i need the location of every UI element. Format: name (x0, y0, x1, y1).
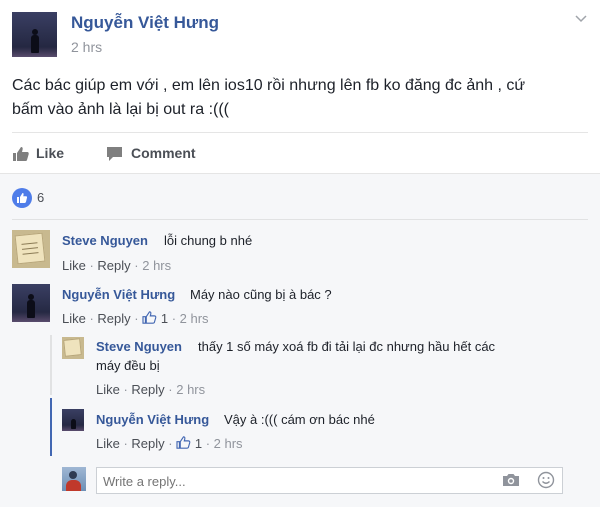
camera-icon[interactable] (502, 472, 520, 493)
current-user-avatar[interactable] (62, 467, 86, 491)
like-count: 1 (160, 311, 169, 326)
comment-text: Máy nào cũng bị à bác ? (190, 287, 332, 302)
reply-actions: Like · Reply · 2 hrs (96, 382, 206, 397)
reply-like-link[interactable]: Like (96, 436, 120, 451)
thumbs-up-icon (176, 436, 191, 451)
comment-actions: Like · Reply · 2 hrs (62, 258, 172, 273)
comment-label: Comment (131, 145, 196, 161)
comment-text: lỗi chung b nhé (164, 233, 253, 248)
like-count: 1 (194, 436, 203, 451)
comment-timestamp[interactable]: 2 hrs (142, 258, 171, 273)
post-timestamp[interactable]: 2 hrs (71, 39, 102, 55)
reply-text: Vậy à :((( cám ơn bác nhé (224, 412, 375, 427)
reply-reply-link[interactable]: Reply (131, 382, 164, 397)
comment-reply-link[interactable]: Reply (97, 311, 130, 326)
reply-text-line-2: máy đều bị (96, 358, 160, 373)
replier-avatar[interactable] (62, 337, 84, 359)
reply-author-name[interactable]: Nguyễn Việt Hưng (96, 412, 209, 427)
reply-timestamp[interactable]: 2 hrs (214, 436, 243, 451)
like-count-badge[interactable]: 1 (142, 311, 168, 326)
comment-icon (106, 146, 123, 167)
like-reaction-icon[interactable] (12, 188, 32, 213)
comment-reply-link[interactable]: Reply (97, 258, 130, 273)
post-text-line-2: bấm vào ảnh là lại bị out ra :((( (12, 101, 229, 118)
comment-author-name[interactable]: Nguyễn Việt Hưng (62, 287, 175, 302)
reply-actions: Like · Reply · 1 · 2 hrs (96, 436, 243, 451)
reply-timestamp[interactable]: 2 hrs (176, 382, 205, 397)
post-author-name[interactable]: Nguyễn Việt Hưng (71, 13, 219, 33)
reply-reply-link[interactable]: Reply (131, 436, 164, 451)
comment-like-link[interactable]: Like (62, 311, 86, 326)
commenter-avatar[interactable] (12, 230, 50, 268)
thumbs-up-icon (142, 311, 157, 326)
facebook-post: Nguyễn Việt Hưng 2 hrs Các bác giúp em v… (0, 0, 600, 507)
reply-input-box[interactable] (96, 467, 563, 494)
reply-like-link[interactable]: Like (96, 382, 120, 397)
comment-actions: Like · Reply · 1 · 2 hrs (62, 311, 209, 326)
reply-thread-line-active (50, 398, 52, 456)
like-label: Like (36, 145, 65, 161)
replier-avatar[interactable] (62, 409, 84, 431)
comment-author-name[interactable]: Steve Nguyen (62, 233, 148, 248)
author-avatar[interactable] (12, 12, 57, 57)
post-text-line-1: Các bác giúp em với , em lên ios10 rồi n… (12, 77, 526, 94)
reply-thread-line (50, 335, 52, 395)
chevron-down-icon[interactable] (573, 10, 589, 31)
reply-author-name[interactable]: Steve Nguyen (96, 339, 182, 354)
reply-text-line-1: thấy 1 số máy xoá fb đi tải lại đc nhưng… (198, 339, 496, 354)
emoji-icon[interactable] (537, 471, 555, 494)
reaction-count[interactable]: 6 (37, 190, 44, 205)
thumbs-up-icon (12, 146, 30, 167)
commenter-avatar[interactable] (12, 284, 50, 322)
reply-input[interactable] (101, 471, 485, 491)
like-count-badge[interactable]: 1 (176, 436, 202, 451)
comment-timestamp[interactable]: 2 hrs (180, 311, 209, 326)
comment-like-link[interactable]: Like (62, 258, 86, 273)
